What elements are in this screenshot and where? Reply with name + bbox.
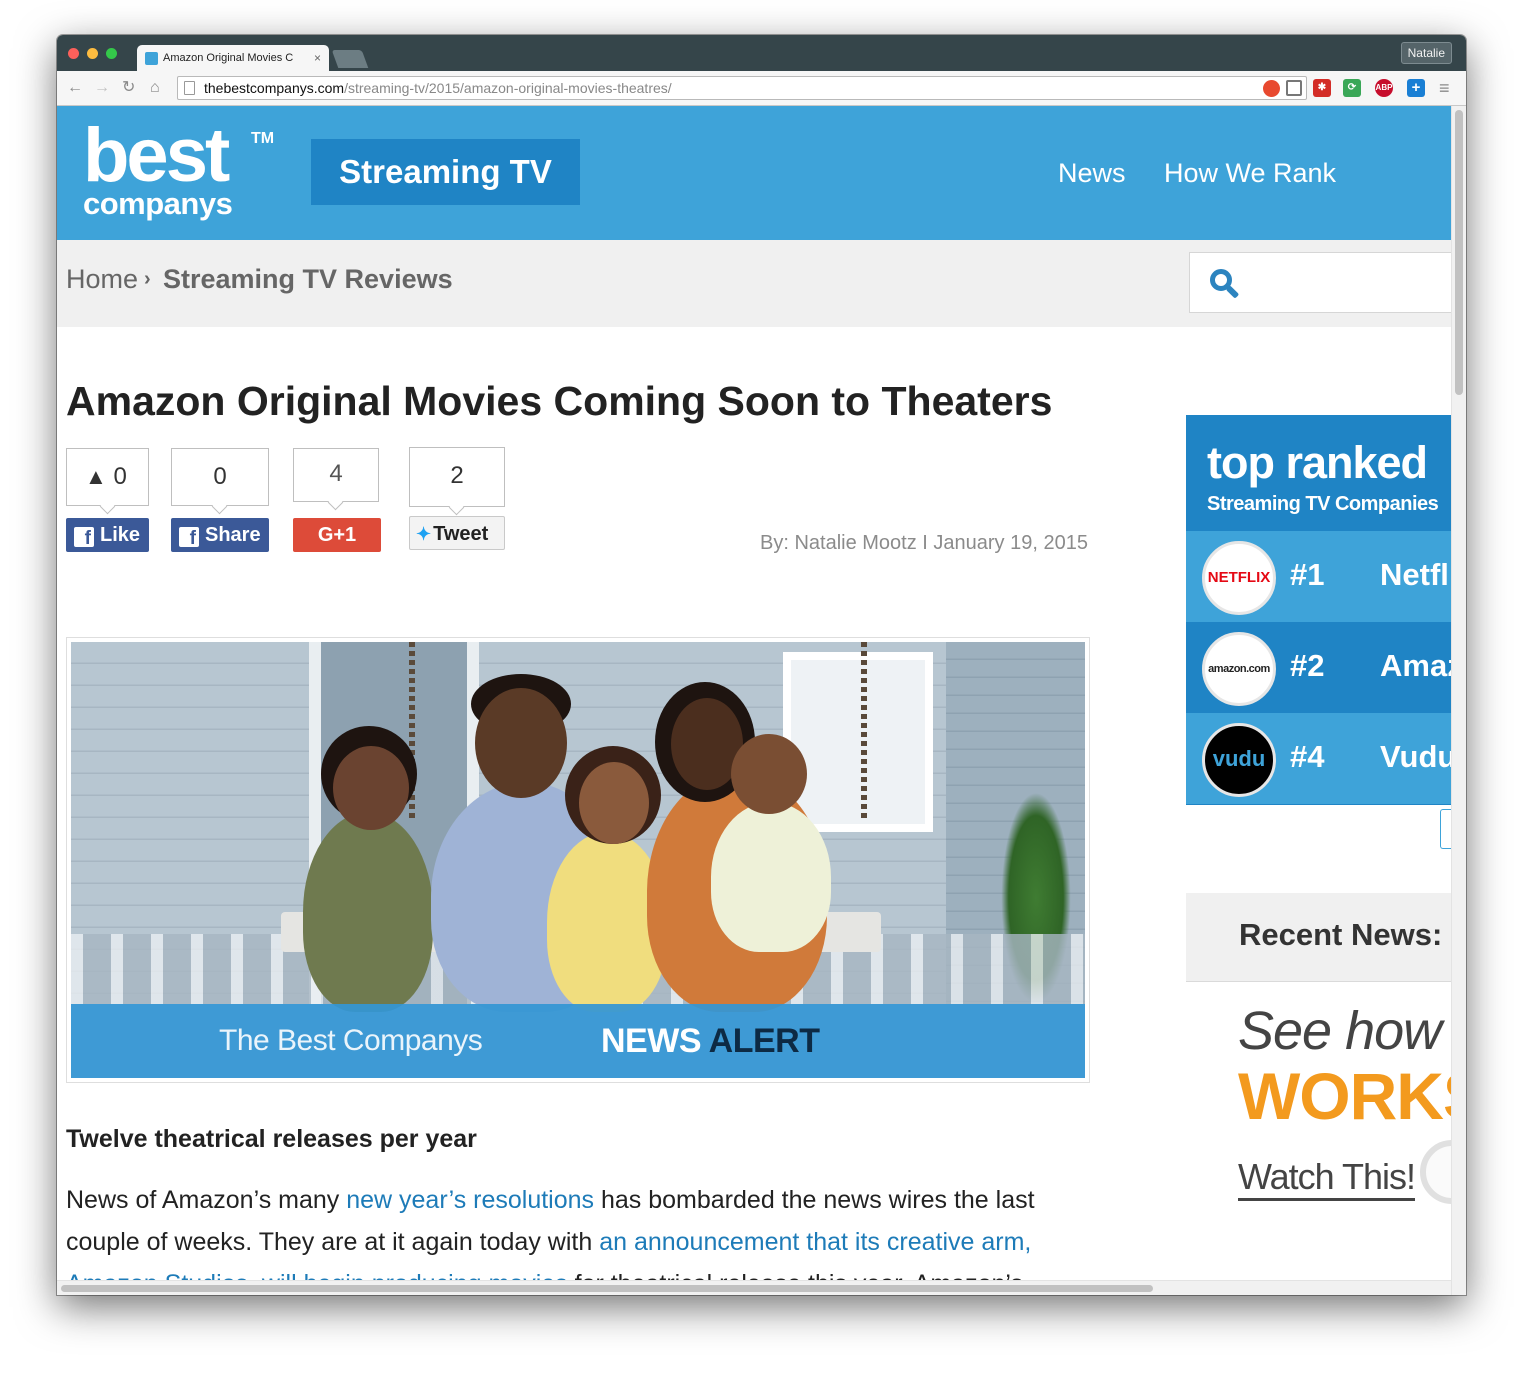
gplus-count: 4	[293, 448, 379, 502]
blocked-content-icon[interactable]	[1263, 80, 1280, 97]
bookmark-star-icon[interactable]	[1286, 80, 1302, 96]
share-label: Share	[205, 524, 261, 546]
top-ranked-subtitle: Streaming TV Companies	[1207, 493, 1439, 515]
browser-toolbar: ← → ↻ ⌂ thebestcompanys.com/streaming-tv…	[57, 71, 1466, 106]
vertical-scroll-thumb[interactable]	[1455, 110, 1463, 395]
breadcrumb: Home › Streaming TV Reviews	[57, 240, 1451, 327]
forward-arrow-icon[interactable]: →	[94, 79, 110, 97]
vudu-logo-icon: vudu	[1202, 723, 1276, 797]
tab-title: Amazon Original Movies C	[163, 52, 294, 64]
search-icon-handle	[1225, 285, 1240, 299]
menu-icon[interactable]: ≡	[1439, 79, 1450, 97]
browser-window: Amazon Original Movies C × Natalie ← → ↻…	[57, 35, 1466, 1295]
article-subheading: Twelve theatrical releases per year	[66, 1125, 477, 1153]
tweet-label: Tweet	[433, 523, 489, 545]
section-title[interactable]: Streaming TV	[311, 139, 580, 205]
tweet-button[interactable]: ✦ Tweet	[409, 516, 505, 550]
zoom-window-button[interactable]	[106, 48, 117, 59]
refresh-ext-icon[interactable]: ⟳	[1343, 79, 1361, 97]
promo-headline: See how	[1238, 1001, 1442, 1061]
like-count-value: 0	[113, 463, 127, 490]
like-label: Like	[100, 524, 141, 546]
see-more-button[interactable]	[1440, 809, 1451, 849]
ranked-item-name: Amazon	[1380, 648, 1451, 683]
promo-card[interactable]: See how WORKS Watch This!	[1186, 981, 1451, 1243]
promo-headline-emphasis: WORKS	[1238, 1059, 1451, 1133]
logo-best[interactable]: best	[83, 116, 230, 196]
banner-news: NEWS	[601, 1022, 702, 1060]
breadcrumb-chevron-icon: ›	[144, 268, 151, 290]
close-window-button[interactable]	[68, 48, 79, 59]
ranked-item-name: Netflix	[1380, 557, 1451, 592]
ranked-item-name: Vudu	[1380, 739, 1451, 774]
home-icon[interactable]: ⌂	[150, 79, 160, 97]
ranked-item[interactable]: vudu #4 Vudu	[1186, 713, 1451, 804]
url-path: /streaming-tv/2015/amazon-original-movie…	[344, 80, 672, 96]
paragraph-text: for theatrical release this year. Amazon…	[568, 1270, 1023, 1280]
facebook-icon: f	[179, 527, 199, 549]
new-tab-button[interactable]	[331, 50, 369, 68]
search-input[interactable]	[1189, 252, 1451, 313]
play-icon[interactable]	[1420, 1140, 1451, 1204]
banner-title: NEWS ALERT	[601, 1022, 820, 1061]
ranked-item-rank: #2	[1290, 648, 1325, 683]
minimize-window-button[interactable]	[87, 48, 98, 59]
recent-news-widget: Recent News: See how WORKS Watch This!	[1186, 893, 1451, 1243]
horizontal-scrollbar[interactable]	[57, 1280, 1451, 1295]
facebook-share-button[interactable]: f Share	[171, 518, 269, 552]
nav-how-we-rank[interactable]: How We Rank	[1164, 158, 1336, 189]
page-icon	[184, 81, 195, 95]
share-count: 0	[171, 448, 269, 506]
nav-news[interactable]: News	[1058, 158, 1126, 189]
top-ranked-widget: top ranked Streaming TV Companies NETFLI…	[1186, 415, 1451, 805]
back-arrow-icon[interactable]: ←	[67, 79, 83, 97]
profile-button[interactable]: Natalie	[1400, 42, 1452, 64]
promo-cta[interactable]: Watch This!	[1238, 1156, 1416, 1201]
page-viewport: best TM companys Streaming TV News How W…	[57, 106, 1451, 1280]
facebook-like-button[interactable]: f Like	[66, 518, 149, 552]
address-bar[interactable]: thebestcompanys.com/streaming-tv/2015/am…	[177, 76, 1307, 100]
netflix-logo-icon: NETFLIX	[1202, 541, 1276, 615]
page-title: Amazon Original Movies Coming Soon to Th…	[66, 378, 1053, 424]
ranked-item[interactable]: NETFLIX #1 Netflix	[1186, 531, 1451, 622]
ranked-item[interactable]: amazon.com Prime #2 Amazon	[1186, 622, 1451, 713]
banner-brand: The Best Companys	[219, 1024, 483, 1057]
ranked-item-rank: #4	[1290, 739, 1325, 774]
tweet-count: 2	[409, 447, 505, 507]
logo-trademark: TM	[251, 130, 275, 147]
byline: By: Natalie Mootz I January 19, 2015	[760, 532, 1088, 554]
link-new-years-resolutions[interactable]: new year’s resolutions	[346, 1186, 594, 1214]
lastpass-icon[interactable]: ✱	[1313, 79, 1331, 97]
breadcrumb-home[interactable]: Home	[66, 264, 138, 295]
logo-companys[interactable]: companys	[83, 186, 233, 222]
ranked-item-rank: #1	[1290, 557, 1325, 592]
reload-icon[interactable]: ↻	[122, 79, 135, 97]
horizontal-scroll-thumb[interactable]	[61, 1285, 1153, 1292]
hero-image: The Best Companys NEWS ALERT	[66, 637, 1090, 1083]
facebook-icon: f	[74, 527, 94, 549]
title-bar: Amazon Original Movies C × Natalie	[57, 35, 1466, 71]
top-ranked-title: top ranked	[1207, 437, 1428, 488]
url-host: thebestcompanys.com	[204, 80, 345, 96]
amazon-prime-logo-icon: amazon.com Prime	[1202, 632, 1276, 706]
family-photo: The Best Companys NEWS ALERT	[71, 642, 1085, 1078]
breadcrumb-current[interactable]: Streaming TV Reviews	[163, 264, 453, 295]
adblock-plus-icon[interactable]: ABP	[1375, 79, 1393, 97]
site-header: best TM companys Streaming TV News How W…	[57, 106, 1451, 240]
tab-close-icon[interactable]: ×	[314, 45, 321, 71]
recent-news-title: Recent News:	[1239, 917, 1443, 952]
paragraph-text: News of Amazon’s many	[66, 1186, 347, 1214]
article-paragraph: News of Amazon’s many new year’s resolut…	[66, 1179, 1106, 1280]
banner-alert: ALERT	[701, 1022, 820, 1060]
twitter-bird-icon: ✦	[416, 524, 432, 544]
thumbs-up-icon: ▲	[85, 464, 107, 489]
vertical-scrollbar[interactable]	[1451, 106, 1466, 1295]
plus-ext-icon[interactable]: +	[1407, 79, 1425, 97]
browser-tab[interactable]: Amazon Original Movies C ×	[137, 45, 329, 71]
favicon-icon	[145, 52, 158, 65]
google-plus-button[interactable]: G+1	[293, 518, 381, 552]
like-count: ▲ 0	[66, 448, 149, 506]
news-alert-banner: The Best Companys NEWS ALERT	[71, 1004, 1085, 1078]
top-ranked-header: top ranked Streaming TV Companies	[1186, 415, 1451, 531]
